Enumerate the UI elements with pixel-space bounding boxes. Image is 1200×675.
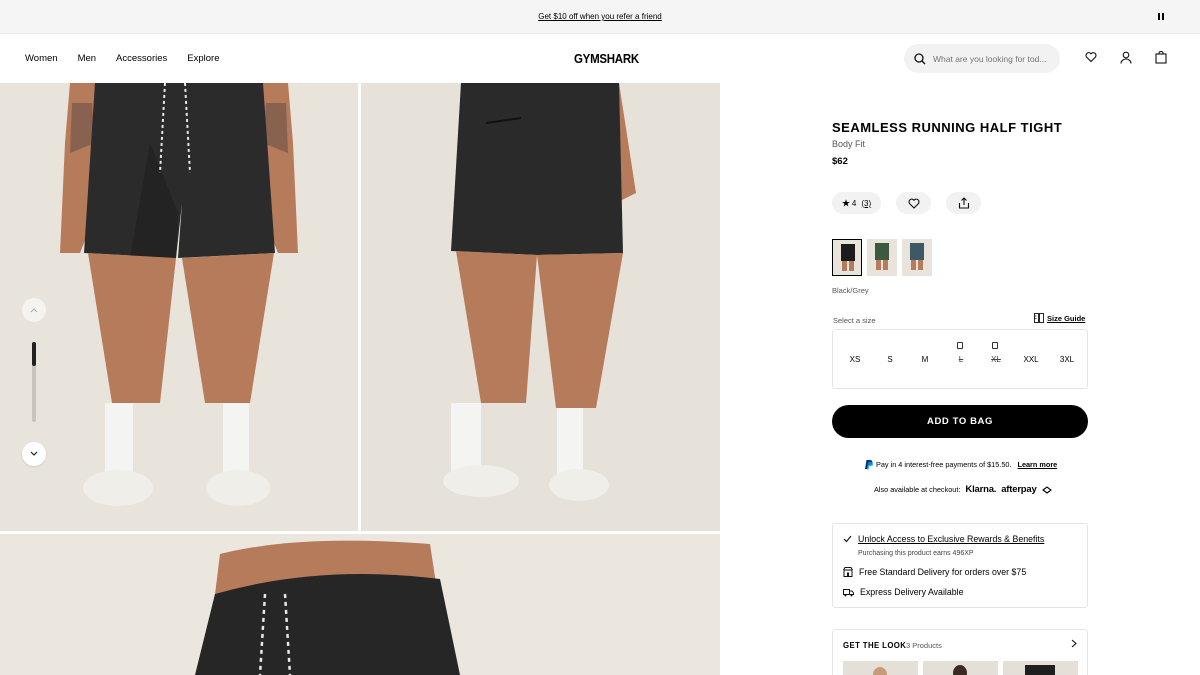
gallery-down-button[interactable] <box>22 442 46 466</box>
wishlist-icon[interactable] <box>1085 51 1097 63</box>
delivery-row: Free Standard Delivery for orders over $… <box>843 567 1026 577</box>
product-fit: Body Fit <box>832 139 866 149</box>
size-3xl[interactable]: 3XL <box>1052 355 1082 364</box>
notify-icon <box>992 342 998 349</box>
paypal-message: Pay in 4 interest-free payments of $15.5… <box>864 459 1057 470</box>
pause-icon[interactable] <box>1158 13 1166 21</box>
promo-bar: Get $10 off when you refer a friend <box>0 0 1200 34</box>
rating-value: 4 <box>851 198 857 208</box>
ruler-icon <box>1034 313 1044 323</box>
wishlist-button[interactable] <box>896 192 931 214</box>
main-nav: Women Men Accessories Explore <box>25 53 219 64</box>
swatch-green[interactable] <box>867 239 897 276</box>
size-m[interactable]: M <box>910 355 940 364</box>
promo-link[interactable]: Get $10 off when you refer a friend <box>538 12 661 21</box>
look-product-1[interactable] <box>843 661 918 675</box>
heart-icon <box>907 198 920 209</box>
nav-accessories[interactable]: Accessories <box>116 53 167 64</box>
size-xxl[interactable]: XXL <box>1016 355 1046 364</box>
star-icon <box>842 199 850 207</box>
chevron-right-icon[interactable] <box>1071 639 1077 648</box>
account-icon[interactable] <box>1120 51 1132 64</box>
also-available: Also available at checkout: Klarna. afte… <box>874 484 1052 495</box>
get-the-look[interactable]: GET THE LOOK 3 Products <box>832 629 1088 675</box>
check-icon <box>843 535 852 543</box>
paypal-text: Pay in 4 interest-free payments of $15.5… <box>876 460 1012 469</box>
chevron-up-icon <box>30 308 38 313</box>
nav-explore[interactable]: Explore <box>187 53 219 64</box>
colour-name: Black/Grey <box>832 286 869 295</box>
benefits-box: Unlock Access to Exclusive Rewards & Ben… <box>832 523 1088 608</box>
nav-men[interactable]: Men <box>78 53 96 64</box>
learn-more-link[interactable]: Learn more <box>1017 460 1057 469</box>
truck-icon <box>843 588 854 596</box>
afterpay-icon <box>1041 485 1052 494</box>
size-guide-label: Size Guide <box>1047 313 1086 323</box>
rating-pill[interactable]: 4 (3) <box>832 192 881 214</box>
store-icon <box>843 567 853 577</box>
bag-icon[interactable] <box>1155 51 1167 64</box>
search-input[interactable] <box>933 53 1053 64</box>
product-price: $62 <box>832 156 848 167</box>
size-l[interactable]: L <box>946 355 976 364</box>
product-image-detail[interactable] <box>0 534 720 675</box>
rewards-row[interactable]: Unlock Access to Exclusive Rewards & Ben… <box>843 534 1044 544</box>
search-icon <box>914 52 926 64</box>
add-to-bag-button[interactable]: ADD TO BAG <box>832 405 1088 438</box>
share-button[interactable] <box>946 192 981 214</box>
gallery-scroll-thumb[interactable] <box>32 342 36 366</box>
look-product-2[interactable] <box>923 661 998 675</box>
swatch-blue[interactable] <box>902 239 932 276</box>
rewards-link[interactable]: Unlock Access to Exclusive Rewards & Ben… <box>858 534 1044 544</box>
paypal-icon <box>865 460 873 470</box>
also-available-text: Also available at checkout: <box>874 485 961 494</box>
delivery-text: Free Standard Delivery for orders over $… <box>859 567 1027 577</box>
get-the-look-title: GET THE LOOK <box>843 641 907 650</box>
gallery-up-button[interactable] <box>22 298 46 322</box>
share-icon <box>958 197 969 209</box>
size-s[interactable]: S <box>875 355 905 364</box>
afterpay-logo: afterpay <box>1001 484 1037 495</box>
search-bar[interactable] <box>904 44 1060 73</box>
product-image-back[interactable] <box>361 83 720 531</box>
klarna-logo: Klarna. <box>965 484 997 495</box>
express-row: Express Delivery Available <box>843 587 964 597</box>
size-xl[interactable]: XL <box>981 355 1011 364</box>
size-xs[interactable]: XS <box>840 355 870 364</box>
product-image-front[interactable] <box>0 83 358 531</box>
express-text: Express Delivery Available <box>860 587 964 597</box>
product-title: SEAMLESS RUNNING HALF TIGHT <box>832 120 1063 135</box>
rewards-sub: Purchasing this product earns 496XP <box>858 550 974 557</box>
size-guide-link[interactable]: Size Guide <box>1034 313 1085 323</box>
size-selector: XS S M L XL XXL 3XL <box>832 329 1088 389</box>
size-label: Select a size <box>833 316 876 325</box>
chevron-down-icon <box>30 451 38 456</box>
swatch-black-grey[interactable] <box>832 239 862 276</box>
site-header: Women Men Accessories Explore GYMSHARK <box>0 34 1200 83</box>
look-product-3[interactable] <box>1003 661 1078 675</box>
get-the-look-count: 3 Products <box>906 641 942 650</box>
notify-icon <box>957 342 963 349</box>
logo[interactable]: GYMSHARK <box>574 52 639 66</box>
nav-women[interactable]: Women <box>25 53 58 64</box>
review-count[interactable]: (3) <box>861 199 871 208</box>
